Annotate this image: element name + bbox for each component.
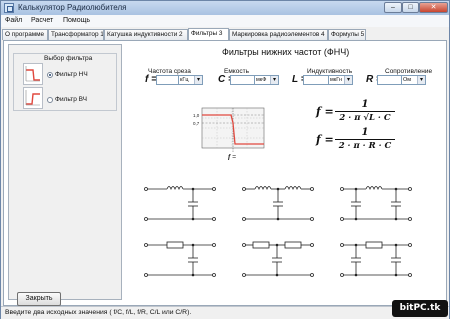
resistance-unit-select[interactable]: Ом <box>401 75 426 85</box>
tab-marking[interactable]: Маркировка радиоэлементов 4 <box>229 29 328 40</box>
param-label-inductance: Индуктивность <box>307 68 353 75</box>
formula-rc: f = 1 2 · π · R · C <box>316 127 396 153</box>
window-title: Калькулятор Радиолюбителя <box>18 3 127 12</box>
main-title: Фильтры нижних частот (ФНЧ) <box>222 47 350 57</box>
maximize-button[interactable]: □ <box>402 2 419 13</box>
lowpass-thumbnail-icon <box>23 63 43 85</box>
circuit-lc-3 <box>340 186 412 221</box>
app-window: Калькулятор Радиолюбителя – □ ✕ Файл Рас… <box>0 0 450 319</box>
frequency-response-graph: 1,0 0,7 f = <box>193 107 265 160</box>
formula-lc-lhs: f = <box>316 105 334 118</box>
circuit-rc-2 <box>242 241 314 277</box>
graph-x-label: f = <box>228 153 236 160</box>
graph-y-label-07: 0,7 <box>193 121 200 126</box>
highpass-thumbnail-icon <box>23 87 43 109</box>
formula-lc: f = 1 2 · π √L · C <box>316 99 396 125</box>
filter-select-group: Выбор фильтра Фильтр НЧ Фильтр ВЧ <box>13 53 117 111</box>
formula-lc-numerator: 1 <box>361 99 369 110</box>
formula-rc-lhs: f = <box>316 133 334 146</box>
highpass-label[interactable]: Фильтр ВЧ <box>55 96 87 103</box>
tab-inductor[interactable]: Катушка индуктивности 2 <box>104 29 188 40</box>
circuit-rc-3 <box>340 241 412 277</box>
close-window-button[interactable]: ✕ <box>419 2 448 13</box>
circuit-lc-2 <box>242 186 314 221</box>
capacitance-unit-select[interactable]: мкФ <box>254 75 279 85</box>
frequency-unit-select[interactable]: кГц <box>178 75 203 85</box>
lowpass-label[interactable]: Фильтр НЧ <box>55 71 88 78</box>
minimize-button[interactable]: – <box>384 2 402 13</box>
filter-select-title: Выбор фильтра <box>42 55 95 62</box>
formula-lc-denominator: 2 · π √L · C <box>335 111 395 123</box>
circuit-rc-1 <box>144 241 216 277</box>
inductance-unit-select[interactable]: мкГн <box>328 75 353 85</box>
menu-calc[interactable]: Расчет <box>31 17 53 24</box>
close-button[interactable]: Закрыть <box>17 292 61 306</box>
lowpass-radio[interactable] <box>47 72 53 78</box>
title-bar[interactable]: Калькулятор Радиолюбителя – □ ✕ <box>1 1 449 15</box>
tab-about[interactable]: О программе <box>2 29 48 40</box>
tab-transformer[interactable]: Трансформатор 1 <box>48 29 104 40</box>
menu-file[interactable]: Файл <box>5 17 22 24</box>
menu-help[interactable]: Помощь <box>63 17 90 24</box>
circuit-lc-1 <box>144 186 216 221</box>
param-label-resistance: Сопротивление <box>385 68 433 75</box>
menu-bar: Файл Расчет Помощь <box>1 15 449 27</box>
app-icon <box>4 3 14 13</box>
formula-rc-numerator: 1 <box>361 127 369 138</box>
tab-formulas[interactable]: Формулы 5 <box>328 29 366 40</box>
tab-filters[interactable]: Фильтры 3 <box>188 28 229 40</box>
tab-bar: О программе Трансформатор 1 Катушка инду… <box>1 28 449 40</box>
watermark-logo: bitPC.tk <box>392 300 448 317</box>
graph-y-label-1: 1,0 <box>193 113 200 118</box>
left-panel: Выбор фильтра Фильтр НЧ Фильтр ВЧ Закрыт… <box>8 44 122 306</box>
status-text: Введите два исходных значения ( f/C, f/L… <box>5 309 192 316</box>
formula-rc-denominator: 2 · π · R · C <box>335 139 395 151</box>
status-bar: Введите два исходных значения ( f/C, f/L… <box>1 306 449 319</box>
highpass-radio[interactable] <box>47 97 53 103</box>
